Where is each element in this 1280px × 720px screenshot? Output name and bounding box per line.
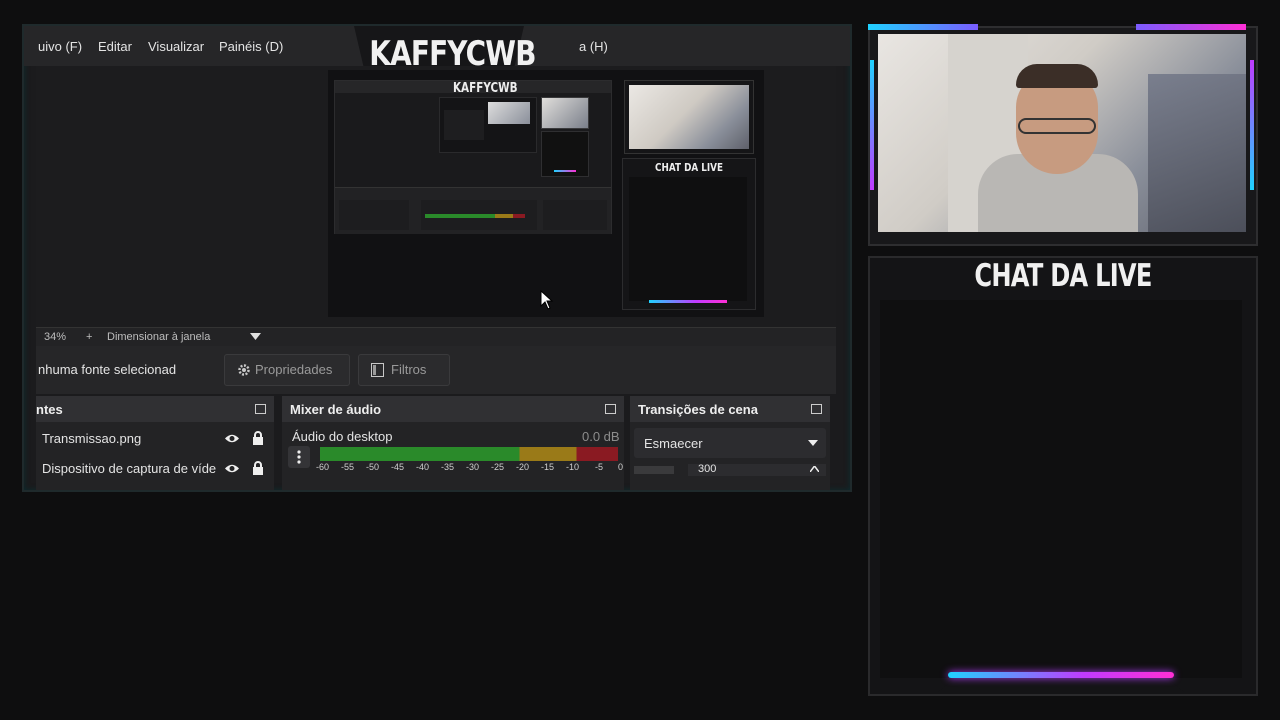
mini-cam-frame [541,97,589,129]
eye-icon[interactable] [224,463,240,474]
meter-tick: -20 [516,462,530,472]
kebab-menu-icon [297,450,301,464]
chevron-down-icon [808,440,818,446]
lock-icon[interactable] [252,431,264,445]
mini-chat-frame [541,131,589,177]
source-item[interactable]: Dispositivo de captura de víde [42,461,218,476]
webcam-frame-accent-left [868,24,978,30]
mini-audio-meter [425,214,525,218]
mini-obs-window: KAFFYCWB [334,80,612,234]
mini-overlay-chat-inner [629,177,747,301]
source-item-label: Dispositivo de captura de víde [42,461,217,476]
mini-mixer-dock [421,200,537,230]
chevron-down-icon[interactable] [250,333,261,341]
meter-tick: -10 [566,462,580,472]
mixer-dock-title: Mixer de áudio [290,402,382,417]
mini-preview [439,97,537,153]
meter-scale: -60 -55 -50 -45 -40 -35 -30 -25 -20 -15 … [316,462,624,474]
properties-label: Propriedades [255,362,333,377]
transitions-dock-header: Transições de cena [630,396,830,422]
undock-icon[interactable] [605,404,616,414]
undock-icon[interactable] [811,404,822,414]
meter-tick: -45 [391,462,405,472]
filter-icon [371,363,384,377]
mini-title: KAFFYCWB [453,81,518,96]
sources-dock-header: ntes [36,396,274,422]
preview-canvas[interactable]: KAFFYCWB CHAT DA LIVE [328,70,764,317]
mini-docks [335,187,611,234]
mini-overlay-chat-title: CHAT DA LIVE [655,161,723,174]
webcam-feed [878,34,1246,232]
zoom-bar: 34% + Dimensionar à janela [36,327,836,346]
menu-file[interactable]: uivo (F) [38,39,82,54]
transition-select-value: Esmaecer [644,436,703,451]
chat-area [880,300,1242,678]
mini-nested-preview [444,110,484,140]
meter-tick: 0 [618,462,624,472]
webcam-bed [1148,74,1246,232]
mixer-options-button[interactable] [288,446,310,468]
meter-tick: -40 [416,462,430,472]
duration-label-fragment [634,466,674,474]
properties-button[interactable]: Propriedades [224,354,350,386]
mini-sources-dock [339,200,409,230]
gear-icon [238,364,250,376]
webcam-frame-accent-right [1136,24,1246,30]
chat-title: CHAT DA LIVE [974,258,1152,294]
zoom-fit-label[interactable]: Dimensionar à janela [107,331,210,343]
menu-edit[interactable]: Editar [98,39,132,54]
sources-dock-title: ntes [36,402,63,417]
webcam-frame-side-glow [870,60,874,190]
duration-value: 300 [698,464,717,475]
mini-overlay-chat-frame: CHAT DA LIVE [622,158,756,310]
no-source-label: nhuma fonte selecionad [38,362,177,377]
menu-docks[interactable]: Painéis (D) [219,39,283,54]
mini-chat-glow [554,170,576,172]
meter-tick: -35 [441,462,455,472]
undock-icon[interactable] [255,404,266,414]
meter-tick: -60 [316,462,330,472]
webcam-person-hair [1016,64,1098,88]
chat-glow-bar [948,672,1174,678]
mouse-cursor-icon [540,290,554,310]
duration-spinbox[interactable]: 300 [688,464,826,476]
eye-icon[interactable] [224,433,240,444]
transitions-dock-title: Transições de cena [638,402,758,417]
audio-level-meter [320,447,618,461]
scene-transitions-dock: Transições de cena Esmaecer 300 [630,396,830,490]
source-item-label: Transmissao.png [42,431,142,446]
mixer-channel-db: 0.0 dB [582,429,620,444]
menu-view[interactable]: Visualizar [148,39,204,54]
lock-icon[interactable] [252,461,264,475]
transition-select[interactable]: Esmaecer [634,428,826,458]
meter-tick: -30 [466,462,480,472]
mini-overlay-cam-frame [624,80,754,154]
mini-overlay-chat-glow [649,300,727,303]
webcam-person-glasses [1018,118,1096,134]
webcam-frame-side-glow [1250,60,1254,190]
zoom-plus-button[interactable]: + [86,331,92,343]
mini-overlay-cam-image [629,85,749,149]
meter-tick: -55 [341,462,355,472]
mini-transitions-dock [543,200,607,230]
mixer-dock-header: Mixer de áudio [282,396,624,422]
sources-dock: ntes Transmissao.png Dispositivo de capt… [36,396,274,490]
meter-tick: -5 [595,462,604,472]
zoom-percent: 34% [44,331,67,343]
meter-tick: -50 [366,462,380,472]
source-toolbar: nhuma fonte selecionad Propriedades Filt… [36,346,836,394]
menu-help[interactable]: a (H) [579,39,608,54]
source-item[interactable]: Transmissao.png [42,431,141,446]
meter-tick: -25 [491,462,505,472]
mini-cam-thumb [488,102,530,124]
filters-label: Filtros [391,362,427,377]
chevron-up-icon[interactable] [810,466,819,472]
filters-button[interactable]: Filtros [358,354,450,386]
obs-window-capture: uivo (F) Editar Visualizar Painéis (D) a… [22,24,852,492]
mixer-channel-name: Áudio do desktop [292,429,393,444]
audio-mixer-dock: Mixer de áudio Áudio do desktop 0.0 dB -… [282,396,624,490]
chat-frame-notch [938,676,1184,692]
meter-tick: -15 [541,462,555,472]
